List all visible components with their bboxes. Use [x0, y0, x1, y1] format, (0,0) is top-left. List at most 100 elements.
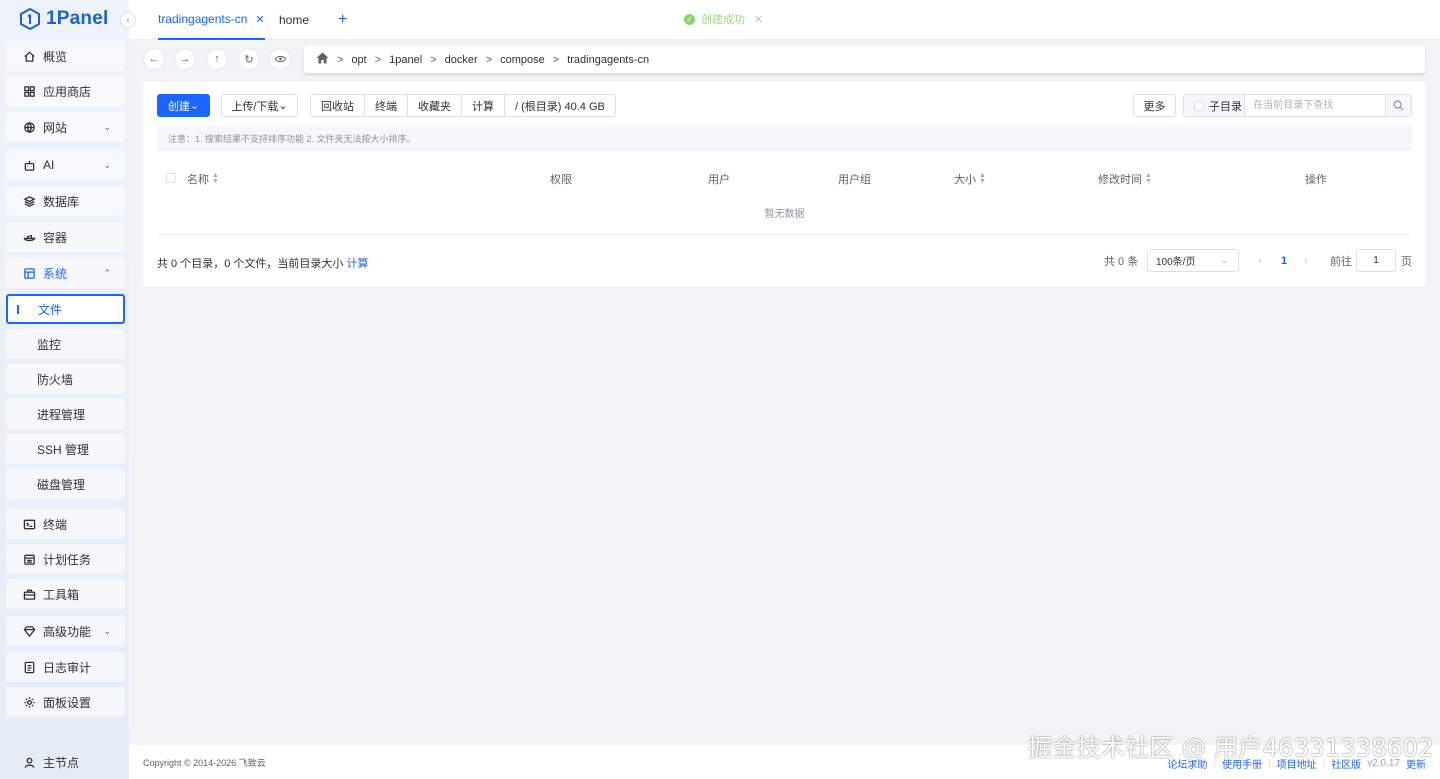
sidebar-item-label: 高级功能: [43, 624, 92, 639]
sidebar-subitem-firewall[interactable]: 防火墙: [6, 364, 125, 394]
sidebar-item-label: 网站: [43, 120, 68, 135]
sidebar-item-system[interactable]: 系统 ⌃: [6, 258, 125, 288]
create-button[interactable]: 创建 ⌄: [157, 94, 210, 117]
gear-icon: [22, 695, 36, 709]
sidebar-item-database[interactable]: 数据库: [6, 186, 125, 216]
column-modified[interactable]: 修改时间 ▲ ▼: [1098, 171, 1152, 187]
terminal-button[interactable]: 终端: [365, 95, 408, 116]
checkbox[interactable]: [1194, 100, 1204, 111]
select-all-checkbox[interactable]: [166, 173, 176, 183]
sidebar-subitem-disk[interactable]: 磁盘管理: [6, 469, 125, 499]
grid-icon: [22, 84, 36, 98]
sidebar-subitem-label: SSH 管理: [37, 442, 90, 457]
refresh-button[interactable]: ↻: [238, 48, 260, 70]
search-button[interactable]: [1385, 95, 1411, 116]
sidebar-item-audit-log[interactable]: 日志审计: [6, 652, 125, 682]
page-size-value: 100条/页: [1156, 257, 1196, 268]
sidebar-item-terminal[interactable]: 终端: [6, 509, 125, 539]
next-page-button[interactable]: ›: [1304, 249, 1308, 272]
breadcrumb-separator: >: [552, 53, 560, 66]
column-label: 用户: [708, 174, 730, 186]
breadcrumb-separator: >: [485, 53, 493, 66]
upload-download-button[interactable]: 上传/下载 ⌄: [221, 94, 298, 117]
sidebar-item-app-store[interactable]: 应用商店: [6, 76, 125, 106]
column-size[interactable]: 大小 ▲ ▼: [954, 171, 986, 187]
sidebar-item-container[interactable]: 容器: [6, 222, 125, 252]
sidebar-item-label: 主节点: [43, 755, 80, 770]
sort-icon: ▲ ▼: [212, 172, 219, 185]
tab-home[interactable]: home: [279, 0, 309, 40]
column-label: 权限: [550, 174, 572, 186]
disk-usage-button[interactable]: / (根目录) 40.4 GB: [505, 95, 615, 116]
terminal-icon: [22, 517, 36, 531]
favorites-button[interactable]: 收藏夹: [408, 95, 462, 116]
column-group: 用户组: [838, 171, 871, 187]
search-input[interactable]: [1245, 95, 1386, 116]
breadcrumb-separator: >: [337, 53, 344, 66]
toast-text: 创建成功: [701, 14, 745, 26]
tab-bar: tradingagents-cn ✕ home +: [129, 0, 1440, 40]
recycle-bin-button[interactable]: 回收站: [311, 95, 365, 116]
chevron-down-icon: ⌄: [103, 159, 111, 170]
sidebar-collapse-button[interactable]: ‹: [120, 12, 136, 28]
prev-page-button[interactable]: ‹: [1258, 249, 1262, 272]
calculate-size-link[interactable]: 计算: [346, 258, 368, 270]
breadcrumb-item[interactable]: 1panel: [389, 54, 422, 66]
sidebar-subitem-process[interactable]: 进程管理: [6, 399, 125, 429]
close-icon[interactable]: ✕: [754, 13, 763, 26]
calculate-button[interactable]: 计算: [462, 95, 505, 116]
sidebar-item-overview[interactable]: 概览: [6, 41, 125, 71]
column-actions: 操作: [1305, 171, 1327, 187]
system-icon: [22, 266, 36, 280]
subdirectory-label: 子目录: [1209, 100, 1242, 113]
tab-label: tradingagents-cn: [158, 12, 248, 26]
up-button[interactable]: ↑: [206, 48, 228, 70]
sidebar-subitem-monitor[interactable]: 监控: [6, 329, 125, 359]
copyright: Copyright © 2014-2026 飞致云: [143, 758, 266, 768]
diamond-icon: [22, 624, 36, 638]
close-icon[interactable]: ✕: [255, 13, 264, 26]
sidebar-item-settings[interactable]: 面板设置: [6, 687, 125, 717]
total-count: 共 0 条: [1104, 255, 1139, 268]
sidebar-item-advanced[interactable]: 高级功能 ⌄: [6, 616, 125, 646]
sidebar-item-cron[interactable]: 计划任务: [6, 544, 125, 574]
upload-download-label: 上传/下载: [231, 100, 279, 113]
sidebar-item-master-node[interactable]: 主节点: [6, 747, 125, 777]
breadcrumb-item[interactable]: compose: [500, 54, 545, 66]
toggle-hidden-button[interactable]: [269, 48, 291, 70]
goto-page-input[interactable]: [1356, 249, 1396, 272]
back-button[interactable]: ←: [143, 48, 165, 70]
watermark: 掘金技术社区 @ 用户46331338602: [1028, 734, 1434, 762]
chevron-down-icon: ⌄: [103, 625, 111, 636]
breadcrumb-item[interactable]: docker: [445, 54, 478, 66]
home-icon[interactable]: [316, 52, 329, 67]
chevron-left-icon: ‹: [1258, 254, 1262, 267]
page-size-select[interactable]: 100条/页 ⌄: [1147, 249, 1239, 272]
app-logo[interactable]: 1Panel: [20, 6, 108, 32]
sidebar-item-website[interactable]: 网站 ⌄: [6, 112, 125, 142]
column-name[interactable]: 名称 ▲ ▼: [187, 171, 219, 187]
sidebar-item-label: 工具箱: [43, 587, 80, 602]
logo-icon: [20, 8, 40, 30]
sidebar-item-ai[interactable]: AI ⌄: [6, 150, 125, 180]
page-number[interactable]: 1: [1281, 249, 1287, 272]
forward-button[interactable]: →: [174, 48, 196, 70]
sidebar-subitem-ssh[interactable]: SSH 管理: [6, 434, 125, 464]
sidebar-subitem-label: 文件: [38, 302, 63, 317]
home-icon: [22, 49, 36, 63]
sidebar-subitem-files[interactable]: 文件: [6, 294, 125, 324]
breadcrumb-item[interactable]: opt: [351, 54, 366, 66]
sidebar-item-label: 面板设置: [43, 695, 92, 710]
subdirectory-checkbox[interactable]: 子目录: [1184, 95, 1246, 116]
arrow-right-icon: →: [179, 53, 191, 65]
breadcrumb-separator: >: [430, 53, 437, 66]
more-button[interactable]: 更多: [1133, 94, 1176, 117]
add-tab-button[interactable]: +: [338, 11, 347, 29]
sidebar-item-label: 系统: [43, 266, 68, 281]
tab-tradingagents-cn[interactable]: tradingagents-cn ✕: [158, 0, 265, 40]
column-label: 名称: [187, 174, 209, 186]
sidebar-item-toolbox[interactable]: 工具箱: [6, 579, 125, 609]
breadcrumb-item[interactable]: tradingagents-cn: [567, 54, 649, 66]
column-label: 大小: [954, 174, 976, 186]
arrow-up-icon: ↑: [214, 53, 220, 65]
